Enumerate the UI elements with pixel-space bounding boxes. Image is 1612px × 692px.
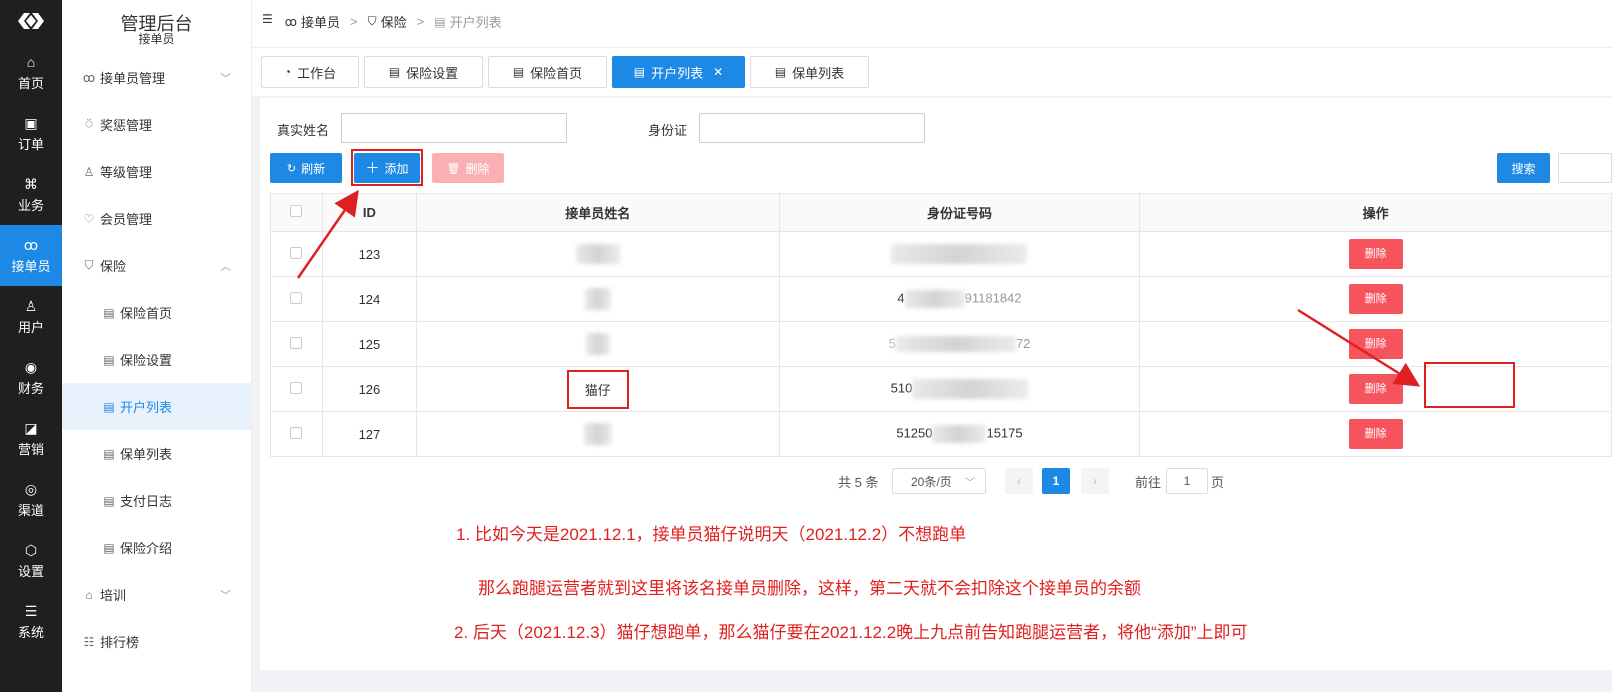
arrow-to-add-button (296, 189, 359, 279)
arrow-to-delete-button (1297, 308, 1421, 387)
annotation-arrows (296, 189, 1421, 387)
